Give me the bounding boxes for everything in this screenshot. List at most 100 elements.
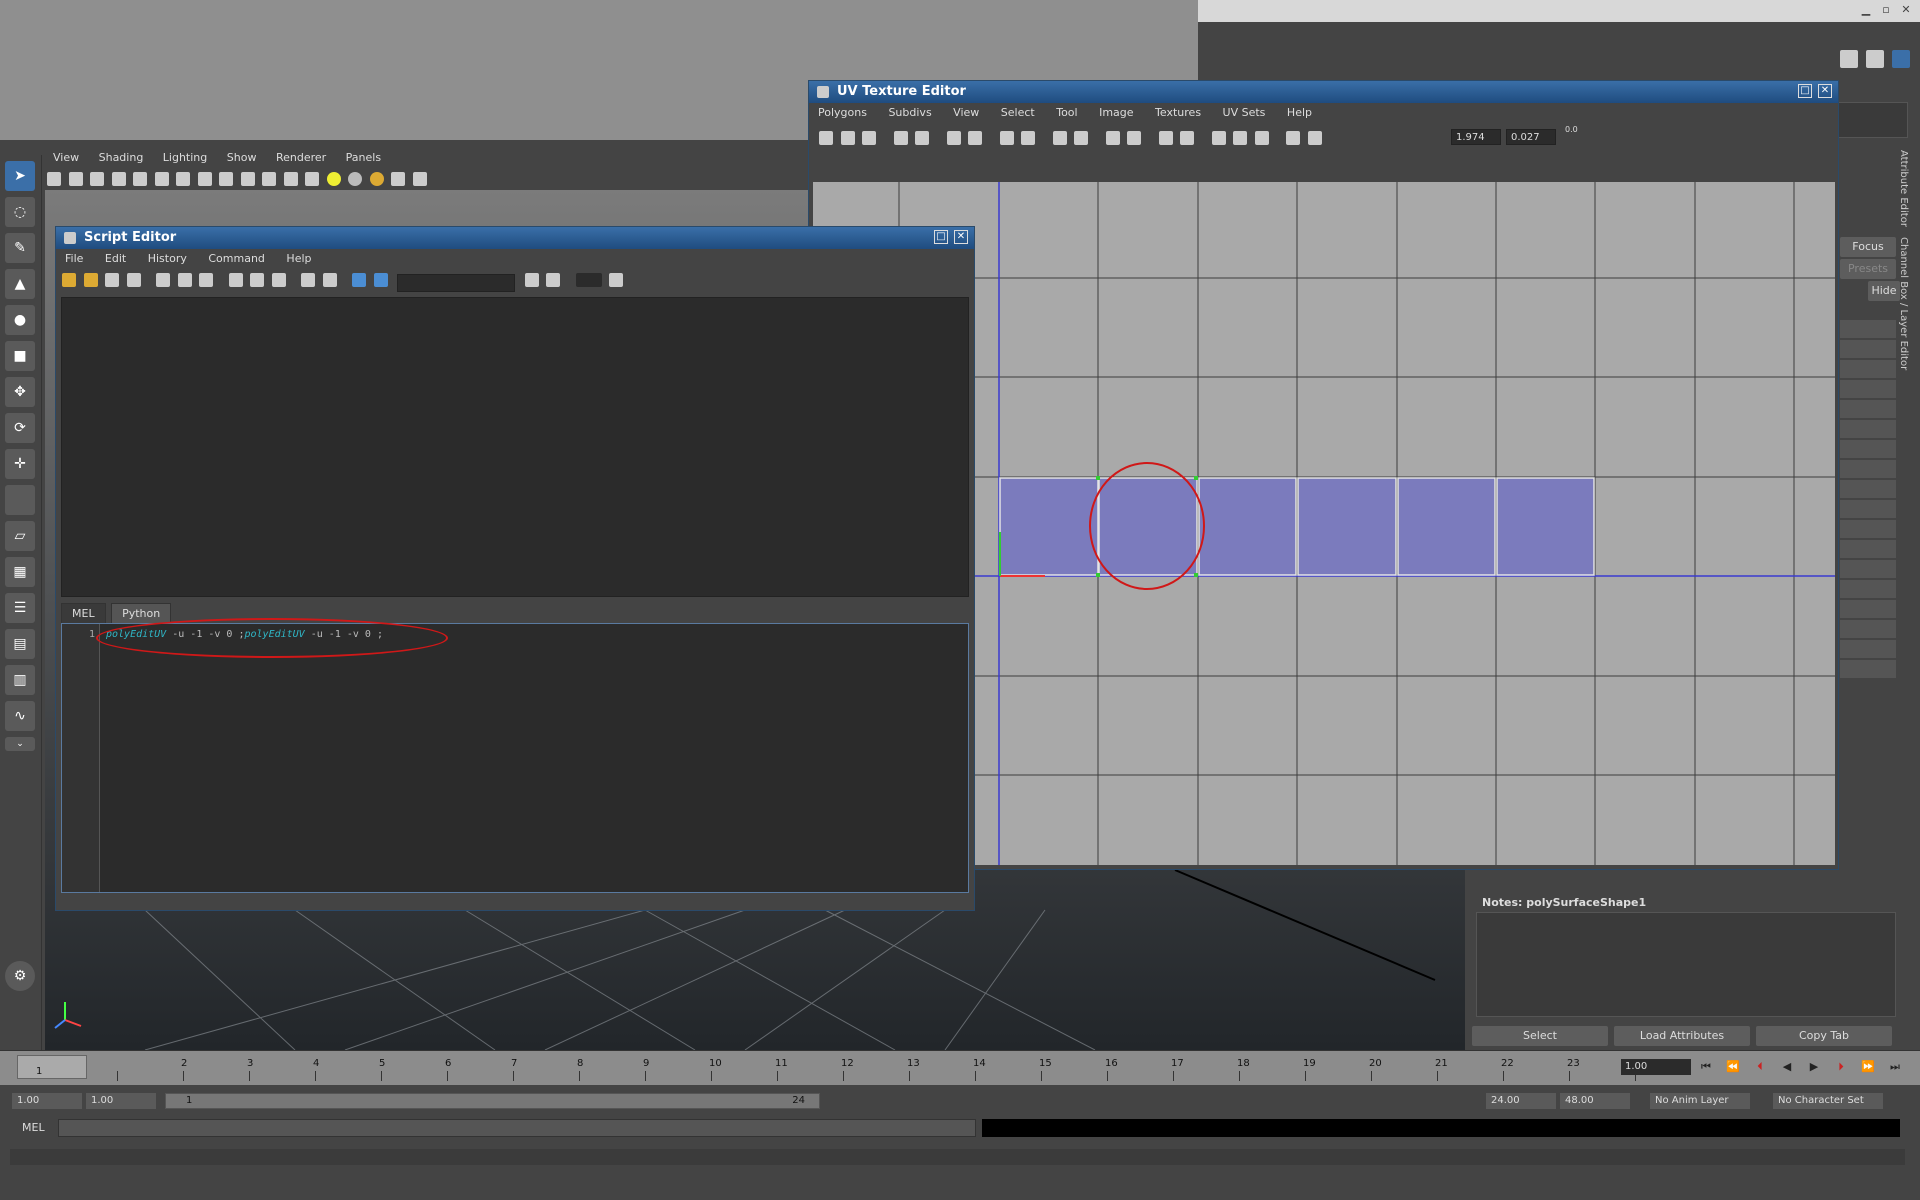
- close-icon[interactable]: ✕: [1818, 84, 1832, 98]
- align-max-u-icon[interactable]: [1074, 131, 1088, 145]
- uv-menu-image[interactable]: Image: [1090, 103, 1142, 122]
- script-code[interactable]: polyEditUV -u -1 -v 0 ;polyEditUV -u -1 …: [106, 629, 383, 640]
- clear-history-icon[interactable]: [156, 273, 170, 287]
- move-tool-icon[interactable]: ✥: [5, 377, 35, 407]
- anim-layer-dropdown[interactable]: No Anim Layer: [1650, 1093, 1750, 1109]
- uv-menu-view[interactable]: View: [944, 103, 988, 122]
- se-menu-history[interactable]: History: [139, 249, 196, 268]
- maximize-icon[interactable]: □: [934, 230, 948, 244]
- xray-icon[interactable]: [412, 172, 427, 186]
- texture-display-icon[interactable]: [1158, 131, 1173, 145]
- layout-uv-icon[interactable]: [999, 131, 1014, 145]
- copy-tab-button[interactable]: Copy Tab: [1756, 1026, 1892, 1046]
- search-next-icon[interactable]: [524, 273, 539, 287]
- se-menu-help[interactable]: Help: [277, 249, 320, 268]
- viewport-menu-show[interactable]: Show: [219, 148, 265, 167]
- play-forwards-icon[interactable]: ▶: [1805, 1060, 1823, 1076]
- current-time-field[interactable]: 1.00: [1621, 1059, 1691, 1075]
- isolate-select-icon[interactable]: [1127, 131, 1141, 145]
- current-frame-marker[interactable]: 1: [17, 1055, 87, 1079]
- align-min-u-icon[interactable]: [1052, 131, 1067, 145]
- flip-v-icon[interactable]: [915, 131, 929, 145]
- se-menu-edit[interactable]: Edit: [96, 249, 135, 268]
- shadows-icon[interactable]: [348, 172, 362, 186]
- close-icon[interactable]: ✕: [954, 230, 968, 244]
- step-back-frame-icon[interactable]: ⏴: [1751, 1060, 1769, 1076]
- hide-button[interactable]: Hide: [1868, 281, 1900, 301]
- channel-box-tab[interactable]: Channel Box / Layer Editor: [1898, 237, 1909, 370]
- image-plane-icon[interactable]: [111, 172, 126, 186]
- sphere-icon[interactable]: ●: [5, 305, 35, 335]
- echo-commands-icon[interactable]: [301, 273, 315, 287]
- gate-mask-icon[interactable]: [197, 172, 212, 186]
- uv-smudge-icon[interactable]: [862, 131, 876, 145]
- play-backwards-icon[interactable]: ◀: [1778, 1060, 1796, 1076]
- tab-python[interactable]: Python: [111, 603, 172, 623]
- search-field[interactable]: [397, 274, 515, 292]
- uv-lattice-icon[interactable]: [819, 131, 833, 145]
- se-menu-file[interactable]: File: [56, 249, 92, 268]
- uv-menu-select[interactable]: Select: [992, 103, 1044, 122]
- uv-menu-subdivs[interactable]: Subdivs: [879, 103, 940, 122]
- script-editor-titlebar[interactable]: Script Editor □ ✕: [56, 227, 974, 249]
- rotate-tool-icon[interactable]: ⟳: [5, 413, 35, 443]
- script-history-pane[interactable]: [61, 297, 969, 597]
- show-both-icon[interactable]: [271, 273, 286, 287]
- source-script-icon[interactable]: [83, 273, 98, 287]
- save-to-shelf-icon[interactable]: [126, 273, 141, 287]
- show-input-icon[interactable]: [250, 273, 264, 287]
- step-forward-frame-icon[interactable]: ⏵: [1832, 1060, 1850, 1076]
- uv-menu-uv-sets[interactable]: UV Sets: [1214, 103, 1275, 122]
- uv-distortion-icon[interactable]: [1286, 131, 1300, 145]
- clear-input-icon[interactable]: [177, 273, 192, 287]
- goto-line-icon[interactable]: [609, 273, 623, 287]
- animation-start-field[interactable]: 1.00: [12, 1093, 82, 1109]
- open-script-icon[interactable]: [62, 273, 76, 287]
- manipulator-icon[interactable]: ✛: [5, 449, 35, 479]
- animation-end-field[interactable]: 48.00: [1560, 1093, 1630, 1109]
- step-forward-key-icon[interactable]: ⏩: [1859, 1060, 1877, 1076]
- more-icon[interactable]: ⌄: [5, 737, 35, 751]
- camera-attr-icon[interactable]: [68, 172, 83, 186]
- viewport-menu-renderer[interactable]: Renderer: [268, 148, 334, 167]
- shade-uv-icon[interactable]: [1254, 131, 1269, 145]
- v-value-field[interactable]: 0.027: [1506, 129, 1556, 145]
- safe-action-icon[interactable]: [240, 172, 255, 186]
- smooth-shade-icon[interactable]: [283, 172, 298, 186]
- step-back-key-icon[interactable]: ⏪: [1724, 1060, 1742, 1076]
- grid-toggle-icon[interactable]: [1211, 131, 1226, 145]
- focus-button[interactable]: Focus: [1840, 237, 1896, 257]
- select-tool-icon[interactable]: ➤: [5, 161, 35, 191]
- viewport-menu-view[interactable]: View: [45, 148, 87, 167]
- se-menu-command[interactable]: Command: [199, 249, 274, 268]
- maximize-icon[interactable]: □: [1798, 84, 1812, 98]
- goto-line-field[interactable]: [575, 273, 602, 287]
- minimize-icon[interactable]: ▁: [1858, 3, 1874, 17]
- snapshot-icon[interactable]: [1105, 131, 1120, 145]
- go-to-end-icon[interactable]: ⏭: [1886, 1060, 1904, 1076]
- select-button[interactable]: Select: [1472, 1026, 1608, 1046]
- textured-icon[interactable]: [305, 172, 319, 186]
- script-icon[interactable]: ⚙: [5, 961, 35, 991]
- flip-u-icon[interactable]: [893, 131, 908, 145]
- attribute-editor-tab[interactable]: Attribute Editor: [1898, 150, 1909, 227]
- scale-tool-icon[interactable]: ■: [5, 341, 35, 371]
- playback-start-field[interactable]: 1.00: [86, 1093, 156, 1109]
- show-history-icon[interactable]: [228, 273, 243, 287]
- uv-border-icon[interactable]: [1307, 131, 1322, 145]
- maximize-icon[interactable]: ▫: [1878, 3, 1894, 17]
- occlusion-icon[interactable]: [369, 172, 384, 186]
- playback-end-field[interactable]: 24.00: [1486, 1093, 1556, 1109]
- cut-uv-icon[interactable]: [946, 131, 961, 145]
- uv-menu-textures[interactable]: Textures: [1146, 103, 1210, 122]
- clear-all-icon[interactable]: [199, 273, 213, 287]
- isolate-icon[interactable]: [391, 172, 405, 186]
- checker-icon[interactable]: [1180, 131, 1194, 145]
- grid-icon[interactable]: [133, 172, 147, 186]
- sew-uv-icon[interactable]: [968, 131, 982, 145]
- wireframe-icon[interactable]: [262, 172, 276, 186]
- layout-icon[interactable]: [1840, 50, 1858, 68]
- close-icon[interactable]: ✕: [1898, 3, 1914, 17]
- command-language-label[interactable]: MEL: [22, 1121, 45, 1134]
- settings-icon[interactable]: [1892, 50, 1910, 68]
